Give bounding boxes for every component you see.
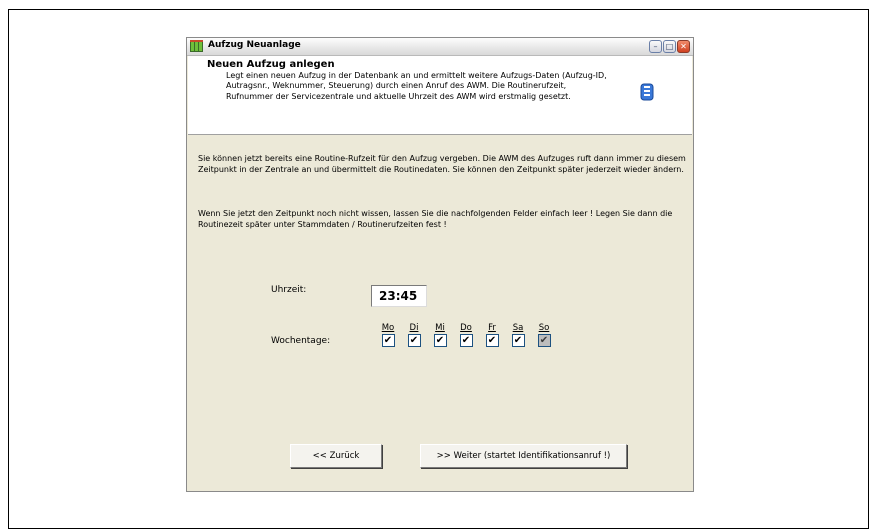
friday-checkbox[interactable]: ✔ — [485, 334, 499, 347]
close-icon: ✕ — [680, 41, 687, 51]
next-button[interactable]: >> Weiter (startet Identifikationsanruf … — [420, 444, 627, 468]
sunday-checkbox[interactable]: ✔ — [537, 334, 551, 347]
day-thursday[interactable]: Do ✔ — [456, 323, 476, 347]
day-label: Fr — [488, 323, 496, 333]
time-input[interactable]: 23:45 — [371, 285, 427, 307]
thursday-checkbox[interactable]: ✔ — [459, 334, 473, 347]
saturday-checkbox[interactable]: ✔ — [511, 334, 525, 347]
day-tuesday[interactable]: Di ✔ — [404, 323, 424, 347]
wizard-info-icon — [640, 83, 654, 101]
header-title: Neuen Aufzug anlegen — [207, 59, 335, 70]
header-description: Legt einen neuen Aufzug in der Datenbank… — [226, 71, 607, 101]
window-controls: – □ ✕ — [649, 40, 690, 53]
day-friday[interactable]: Fr ✔ — [482, 323, 502, 347]
window-title: Aufzug Neuanlage — [208, 40, 301, 50]
day-label: Mo — [381, 323, 395, 333]
day-label: Sa — [512, 323, 524, 333]
info-paragraph-1: Sie können jetzt bereits eine Routine-Ru… — [198, 154, 686, 174]
info-paragraph-2: Wenn Sie jetzt den Zeitpunkt noch nicht … — [198, 209, 673, 229]
minimize-button[interactable]: – — [649, 40, 662, 53]
monday-checkbox[interactable]: ✔ — [381, 334, 395, 347]
day-saturday[interactable]: Sa ✔ — [508, 323, 528, 347]
day-label: Mi — [435, 323, 445, 333]
app-icon — [190, 40, 203, 52]
title-bar[interactable]: Aufzug Neuanlage – □ ✕ — [187, 38, 693, 56]
day-label: Di — [409, 323, 419, 333]
wizard-header: Neuen Aufzug anlegen Legt einen neuen Au… — [188, 56, 692, 135]
tuesday-checkbox[interactable]: ✔ — [407, 334, 421, 347]
day-monday[interactable]: Mo ✔ — [378, 323, 398, 347]
weekdays-label: Wochentage: — [271, 336, 331, 346]
day-sunday[interactable]: So ✔ — [534, 323, 554, 347]
day-label: Do — [460, 323, 472, 333]
minimize-icon: – — [653, 41, 658, 51]
wednesday-checkbox[interactable]: ✔ — [433, 334, 447, 347]
maximize-button[interactable]: □ — [663, 40, 676, 53]
time-label: Uhrzeit: — [271, 285, 307, 295]
back-button[interactable]: << Zurück — [290, 444, 382, 468]
day-wednesday[interactable]: Mi ✔ — [430, 323, 450, 347]
day-label: So — [538, 323, 550, 333]
close-button[interactable]: ✕ — [677, 40, 690, 53]
maximize-icon: □ — [665, 41, 674, 51]
dialog-window: Aufzug Neuanlage – □ ✕ Neuen Aufzug anle… — [186, 37, 694, 492]
